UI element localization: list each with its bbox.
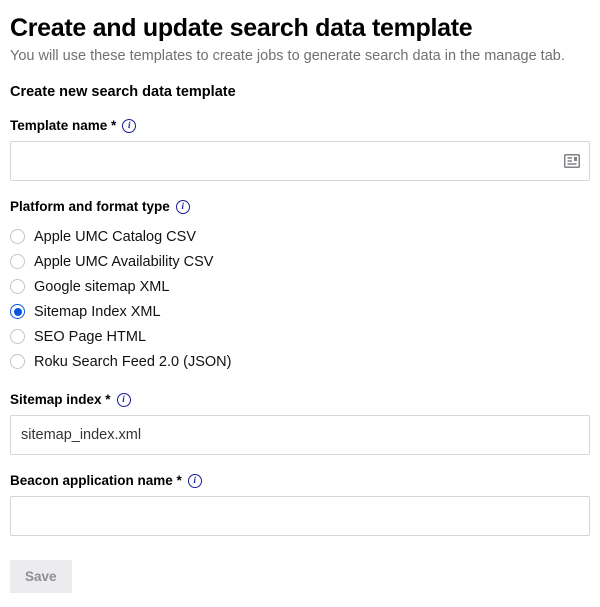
- page-subtitle: You will use these templates to create j…: [10, 48, 590, 64]
- beacon-app-input[interactable]: [10, 496, 590, 536]
- sitemap-index-label: Sitemap index *: [10, 392, 111, 407]
- template-name-label: Template name *: [10, 118, 116, 133]
- platform-radio-option[interactable]: Sitemap Index XML: [10, 299, 590, 324]
- save-button[interactable]: Save: [10, 560, 72, 593]
- radio-icon: [10, 254, 25, 269]
- platform-radio-option[interactable]: Apple UMC Catalog CSV: [10, 224, 590, 249]
- page-title: Create and update search data template: [10, 14, 590, 43]
- radio-label: Apple UMC Catalog CSV: [34, 229, 196, 245]
- section-heading: Create new search data template: [10, 84, 590, 100]
- info-icon[interactable]: [188, 474, 202, 488]
- sitemap-index-input[interactable]: [10, 415, 590, 455]
- radio-label: Sitemap Index XML: [34, 304, 161, 320]
- platform-radio-group: Apple UMC Catalog CSV Apple UMC Availabil…: [10, 224, 590, 374]
- radio-label: SEO Page HTML: [34, 329, 146, 345]
- info-icon[interactable]: [117, 393, 131, 407]
- radio-icon: [10, 304, 25, 319]
- radio-icon: [10, 354, 25, 369]
- radio-icon: [10, 229, 25, 244]
- platform-label: Platform and format type: [10, 199, 170, 214]
- radio-label: Apple UMC Availability CSV: [34, 254, 213, 270]
- radio-icon: [10, 329, 25, 344]
- radio-icon: [10, 279, 25, 294]
- platform-radio-option[interactable]: Google sitemap XML: [10, 274, 590, 299]
- platform-radio-option[interactable]: Roku Search Feed 2.0 (JSON): [10, 349, 590, 374]
- info-icon[interactable]: [122, 119, 136, 133]
- radio-label: Roku Search Feed 2.0 (JSON): [34, 354, 231, 370]
- info-icon[interactable]: [176, 200, 190, 214]
- beacon-app-label: Beacon application name *: [10, 473, 182, 488]
- template-name-input[interactable]: [10, 141, 590, 181]
- radio-label: Google sitemap XML: [34, 279, 169, 295]
- platform-radio-option[interactable]: SEO Page HTML: [10, 324, 590, 349]
- platform-radio-option[interactable]: Apple UMC Availability CSV: [10, 249, 590, 274]
